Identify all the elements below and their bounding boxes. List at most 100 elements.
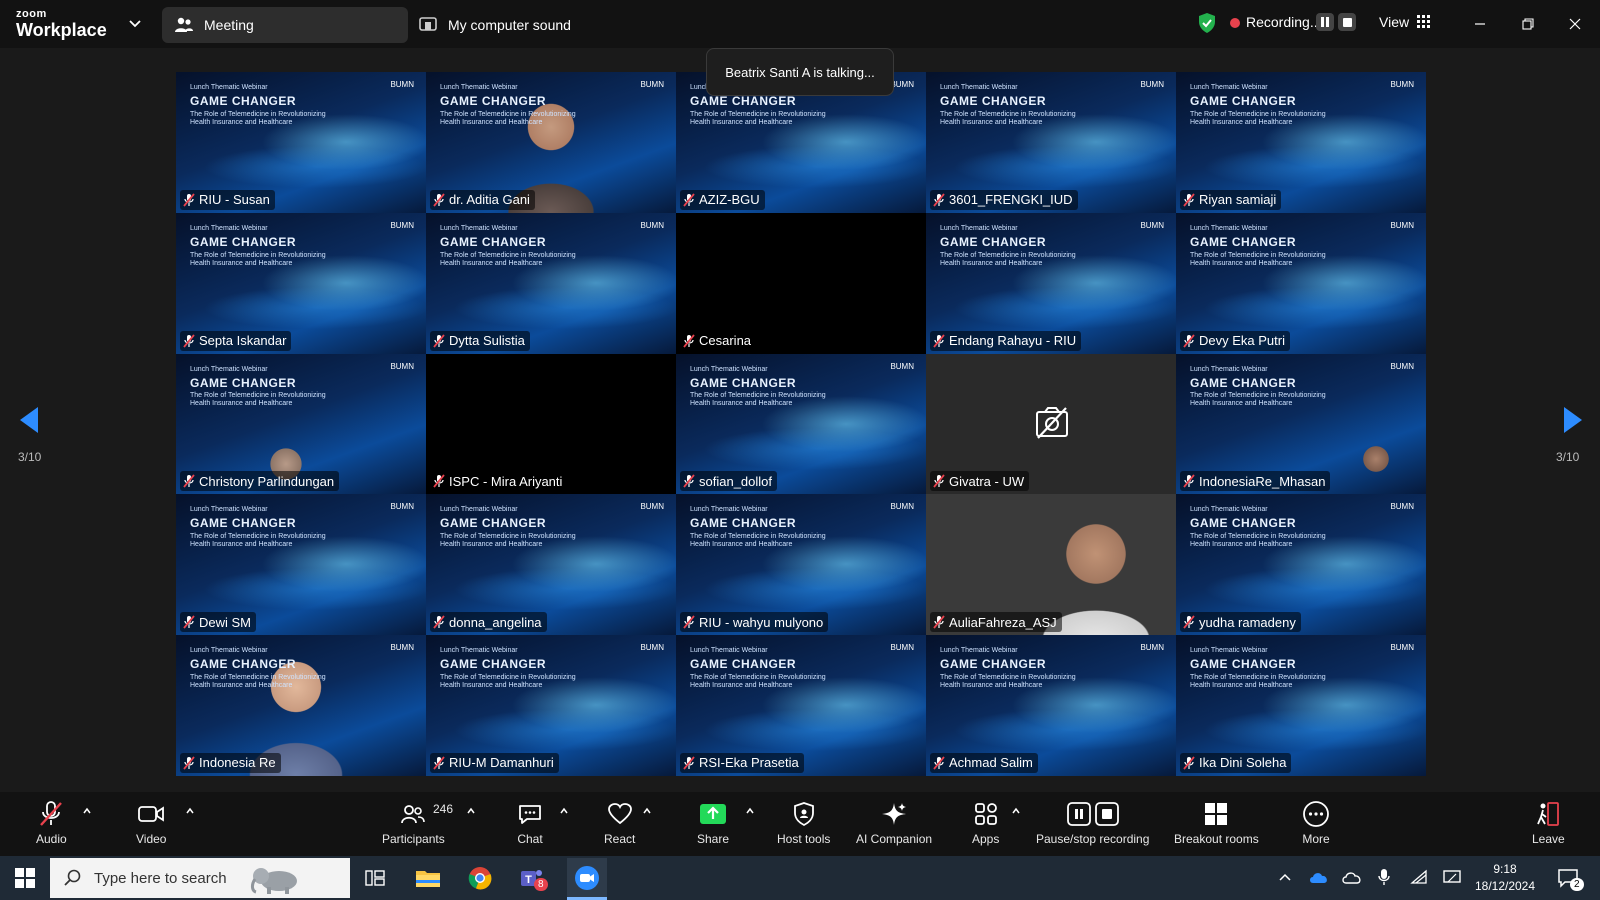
slide-small-text: Lunch Thematic Webinar: [190, 647, 268, 655]
video-options-caret-icon[interactable]: [185, 806, 195, 816]
slide-title: GAME CHANGER: [440, 516, 547, 531]
participant-name: ISPC - Mira Ariyanti: [449, 473, 563, 489]
participant-name-label: yudha ramadeny: [1180, 612, 1301, 633]
taskbar-teams[interactable]: T 8: [516, 862, 548, 894]
audio-button[interactable]: Audio: [36, 800, 67, 846]
video-tile[interactable]: Givatra - UW: [926, 353, 1176, 495]
stop-recording-button[interactable]: [1338, 13, 1356, 31]
participant-name-label: RIU - Susan: [180, 189, 275, 210]
video-tile[interactable]: BUMNLunch Thematic WebinarGAME CHANGERTh…: [176, 353, 426, 495]
chat-options-caret-icon[interactable]: [559, 806, 569, 816]
audio-options-caret-icon[interactable]: [82, 806, 92, 816]
share-options-caret-icon[interactable]: [745, 806, 755, 816]
video-tile[interactable]: BUMNLunch Thematic WebinarGAME CHANGERTh…: [1176, 212, 1426, 354]
slide-subtitle: Health Insurance and Healthcare: [190, 259, 293, 267]
slide-subtitle: Health Insurance and Healthcare: [690, 400, 793, 408]
pause-recording-button[interactable]: [1316, 13, 1334, 31]
taskbar-zoom-active[interactable]: [567, 858, 607, 898]
video-tile[interactable]: BUMNLunch Thematic WebinarGAME CHANGERTh…: [176, 635, 426, 776]
svg-text:T: T: [525, 874, 532, 886]
participant-name-label: RIU-M Damanhuri: [430, 752, 559, 773]
participant-name-label: Riyan samiaji: [1180, 189, 1282, 210]
zoom-workplace-logo[interactable]: zoom Workplace: [16, 9, 107, 40]
mic-muted-icon: [433, 615, 445, 629]
video-tile[interactable]: BUMNLunch Thematic WebinarGAME CHANGERTh…: [926, 635, 1176, 776]
next-page-arrow-icon[interactable]: [1562, 405, 1584, 435]
slide-subtitle: Health Insurance and Healthcare: [440, 259, 543, 267]
slide-subtitle: The Role of Telemedicine in Revolutioniz…: [1190, 392, 1326, 400]
video-tile[interactable]: BUMNLunch Thematic WebinarGAME CHANGERTh…: [176, 72, 426, 213]
video-tile[interactable]: AuliaFahreza_ASJ: [926, 494, 1176, 636]
video-tile[interactable]: Cesarina: [676, 212, 926, 354]
host-tools-button[interactable]: Host tools: [777, 800, 830, 846]
more-button[interactable]: More: [1302, 800, 1330, 846]
video-tile[interactable]: BUMNLunch Thematic WebinarGAME CHANGERTh…: [926, 212, 1176, 354]
ai-companion-button[interactable]: AI Companion: [856, 800, 932, 846]
slide-text: Lunch Thematic Webinar GAME CHANGER The Ro…: [190, 366, 326, 409]
onedrive-icon[interactable]: [1308, 870, 1330, 884]
wifi-icon[interactable]: [1410, 869, 1428, 885]
mic-muted-icon: [683, 756, 695, 770]
video-tile[interactable]: BUMNLunch Thematic WebinarGAME CHANGERTh…: [1176, 494, 1426, 636]
video-tile[interactable]: BUMNLunch Thematic WebinarGAME CHANGERTh…: [676, 353, 926, 495]
video-tile[interactable]: BUMNLunch Thematic WebinarGAME CHANGERTh…: [176, 494, 426, 636]
chevron-down-icon[interactable]: [126, 14, 144, 32]
display-tray-icon[interactable]: [1442, 868, 1462, 886]
leave-button[interactable]: Leave: [1532, 800, 1565, 846]
ai-sparkle-icon: [882, 803, 907, 825]
view-button[interactable]: View: [1379, 14, 1431, 30]
chevron-up-icon[interactable]: [1278, 872, 1292, 882]
apps-button[interactable]: Apps: [972, 800, 999, 846]
participants-options-caret-icon[interactable]: [466, 806, 476, 816]
video-tile[interactable]: BUMNLunch Thematic WebinarGAME CHANGERTh…: [426, 635, 676, 776]
system-clock[interactable]: 9:18 18/12/2024: [1470, 861, 1540, 895]
video-tile[interactable]: BUMNLunch Thematic WebinarGAME CHANGERTh…: [176, 212, 426, 354]
notification-center-button[interactable]: 2: [1552, 862, 1584, 894]
video-tile[interactable]: BUMNLunch Thematic WebinarGAME CHANGERTh…: [926, 72, 1176, 213]
previous-page-arrow-icon[interactable]: [18, 405, 40, 435]
video-tile[interactable]: BUMNLunch Thematic WebinarGAME CHANGERTh…: [1176, 353, 1426, 495]
video-tile[interactable]: BUMNLunch Thematic WebinarGAME CHANGERTh…: [676, 635, 926, 776]
slide-title: GAME CHANGER: [1190, 657, 1297, 672]
apps-options-caret-icon[interactable]: [1011, 806, 1021, 816]
minimize-button[interactable]: [1466, 10, 1494, 38]
tab-computer-sound[interactable]: My computer sound: [418, 7, 571, 43]
page-indicator-right: 3/10: [1556, 450, 1580, 464]
video-tile[interactable]: ISPC - Mira Ariyanti: [426, 353, 676, 495]
slide-text: Lunch Thematic Webinar GAME CHANGER The Ro…: [440, 647, 576, 690]
taskbar-chrome[interactable]: [464, 862, 496, 894]
pause-stop-recording-button[interactable]: Pause/stop recording: [1036, 800, 1149, 846]
video-tile[interactable]: BUMNLunch Thematic WebinarGAME CHANGERTh…: [426, 212, 676, 354]
task-view-button[interactable]: [359, 862, 391, 894]
encryption-shield-icon[interactable]: [1197, 12, 1217, 34]
video-tile[interactable]: BUMNLunch Thematic WebinarGAME CHANGERTh…: [1176, 72, 1426, 213]
taskbar-file-explorer[interactable]: [412, 862, 444, 894]
slide-subtitle: The Role of Telemedicine in Revolutioniz…: [440, 110, 576, 118]
cloud-sync-icon[interactable]: [1341, 869, 1363, 885]
close-button[interactable]: [1561, 10, 1589, 38]
slide-small-text: Lunch Thematic Webinar: [190, 84, 268, 91]
tab-meeting[interactable]: Meeting: [162, 7, 408, 43]
restore-button[interactable]: [1514, 10, 1542, 38]
video-tile[interactable]: BUMNLunch Thematic WebinarGAME CHANGERTh…: [676, 494, 926, 636]
slide-title: GAME CHANGER: [190, 94, 297, 109]
teams-notification-badge: 8: [534, 878, 548, 891]
react-options-caret-icon[interactable]: [642, 806, 652, 816]
breakout-rooms-button[interactable]: Breakout rooms: [1174, 800, 1259, 846]
video-tile[interactable]: BUMNLunch Thematic WebinarGAME CHANGERTh…: [1176, 635, 1426, 776]
microphone-tray-icon[interactable]: [1378, 868, 1390, 886]
share-label: Share: [697, 832, 730, 846]
share-button[interactable]: Share: [697, 800, 729, 846]
react-button[interactable]: React: [604, 800, 635, 846]
windows-start-button[interactable]: [9, 862, 41, 894]
slide-logo: BUMN: [1390, 643, 1414, 653]
participant-name-label: Cesarina: [680, 330, 757, 351]
slide-logo: BUMN: [1390, 502, 1414, 512]
participant-name: IndonesiaRe_Mhasan: [1199, 473, 1326, 489]
taskbar-search-box[interactable]: Type here to search: [50, 858, 350, 898]
video-tile[interactable]: BUMNLunch Thematic WebinarGAME CHANGERTh…: [426, 494, 676, 636]
slide-small-text: Lunch Thematic Webinar: [440, 647, 518, 655]
video-button[interactable]: Video: [136, 800, 166, 846]
chat-button[interactable]: Chat: [517, 800, 543, 846]
video-tile[interactable]: BUMNLunch Thematic WebinarGAME CHANGERTh…: [426, 72, 676, 213]
